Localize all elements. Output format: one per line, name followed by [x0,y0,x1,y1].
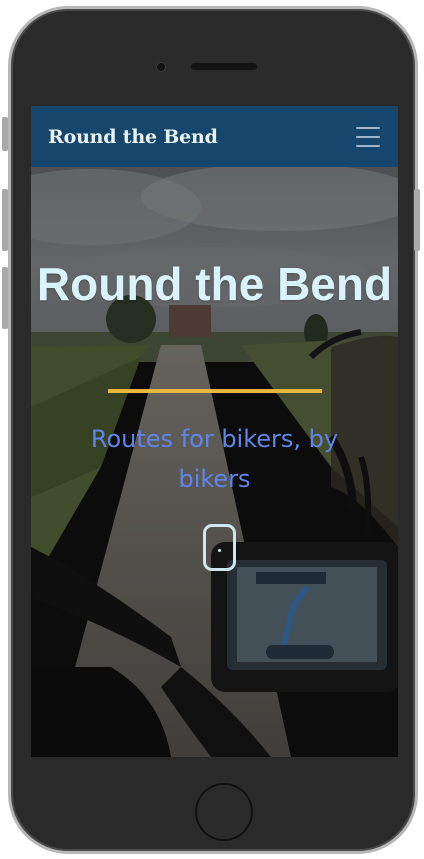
mouse-scroll-wheel [218,549,221,552]
hamburger-line [356,135,380,138]
phone-side-button-volume-up [2,189,8,251]
hamburger-line [356,144,380,147]
phone-screen: Round the Bend Round the Bend Routes for… [31,106,398,757]
hero-divider [108,389,322,393]
hamburger-line [356,126,380,129]
hero-subtitle: Routes for bikers, by bikers [90,425,339,493]
mouse-scroll-icon[interactable] [203,524,236,571]
hero-section: Round the Bend Routes for bikers, by bik… [31,167,398,757]
phone-side-button-top [2,117,8,151]
hamburger-menu-icon[interactable] [356,126,380,147]
phone-home-button[interactable] [195,783,253,841]
phone-speaker [191,63,257,70]
navbar-brand[interactable]: Round the Bend [48,126,218,148]
navbar: Round the Bend [31,106,398,167]
phone-side-button-power [414,189,420,251]
hero-title: Round the Bend [36,258,393,310]
phone-camera [157,63,165,71]
phone-side-button-volume-down [2,267,8,329]
hero-content: Round the Bend Routes for bikers, by bik… [31,167,398,757]
